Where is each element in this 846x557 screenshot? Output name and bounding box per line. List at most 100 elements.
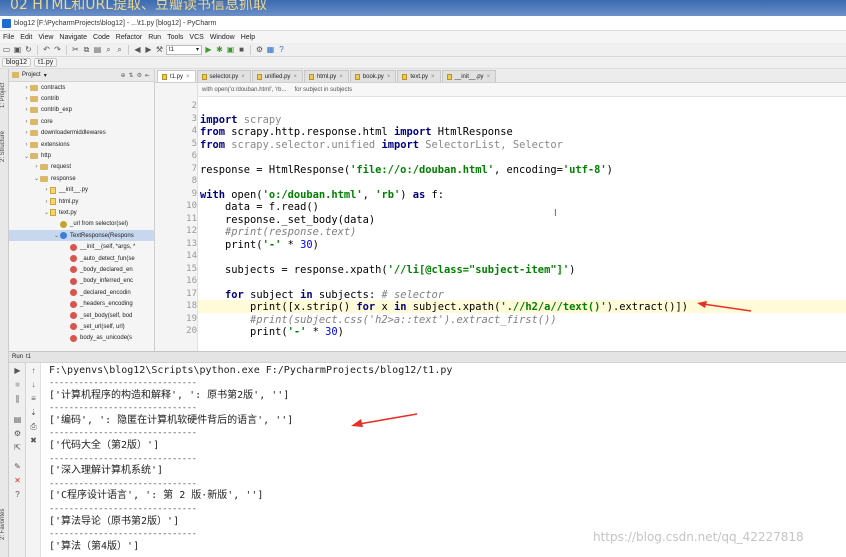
print-icon[interactable]: ⎙ (28, 422, 39, 432)
settings-icon[interactable]: ⚙ (255, 45, 264, 54)
coverage-icon[interactable]: ▣ (226, 45, 235, 54)
tree-item[interactable]: __init__(self, *args, * (9, 241, 154, 252)
rerun-icon[interactable]: ▶ (12, 366, 23, 376)
run-config-label[interactable]: t1 (26, 354, 31, 360)
tree-item[interactable]: ⌄ response (9, 173, 154, 184)
editor-tab[interactable]: text.py × (397, 70, 441, 82)
editor-tab[interactable]: selector.py × (196, 70, 251, 82)
chevron-right-icon[interactable]: › (23, 119, 30, 125)
restore-layout-icon[interactable]: ⇱ (12, 443, 23, 453)
close-icon[interactable]: × (431, 74, 435, 80)
chevron-down-icon[interactable]: ⌄ (43, 209, 50, 216)
project-panel-title[interactable]: Project (22, 72, 41, 78)
menu-vcs[interactable]: VCS (186, 34, 206, 41)
close-icon[interactable]: × (387, 74, 391, 80)
collapse-icon[interactable]: ⇅ (129, 72, 134, 79)
soft-wrap-icon[interactable]: ≡ (28, 394, 39, 404)
target-icon[interactable]: ⊕ (121, 72, 126, 79)
run-config-select[interactable]: t1 ▾ (166, 44, 202, 55)
sync-icon[interactable]: ↻ (24, 45, 33, 54)
settings-icon[interactable]: ⚙ (12, 429, 23, 439)
menu-edit[interactable]: Edit (17, 34, 35, 41)
help-icon[interactable]: ? (12, 490, 23, 500)
forward-icon[interactable]: ▶ (144, 45, 153, 54)
help-icon[interactable]: ? (277, 45, 286, 54)
tree-item[interactable]: _body_declared_en (9, 264, 154, 275)
sdk-icon[interactable]: ▦ (266, 45, 275, 54)
nav-file[interactable]: t1.py (34, 58, 58, 67)
tree-item[interactable]: _headers_encoding (9, 298, 154, 309)
close-icon[interactable]: × (339, 74, 343, 80)
tree-item[interactable]: ⌄ text.py (9, 207, 154, 218)
tree-item[interactable]: _declared_encodin (9, 287, 154, 298)
menu-view[interactable]: View (35, 34, 56, 41)
editor-tab[interactable]: html.py × (303, 70, 349, 82)
close-icon[interactable]: × (241, 74, 245, 80)
build-icon[interactable]: ⚒ (155, 45, 164, 54)
tree-item[interactable]: ⌄ http (9, 150, 154, 161)
run-console[interactable]: F:\pyenvs\blog12\Scripts\python.exe F:/P… (41, 363, 846, 557)
chevron-right-icon[interactable]: › (23, 107, 30, 113)
gear-icon[interactable]: ⚙ (137, 72, 142, 79)
undo-icon[interactable]: ↶ (42, 45, 51, 54)
menu-window[interactable]: Window (207, 34, 238, 41)
menu-refactor[interactable]: Refactor (113, 34, 145, 41)
editor-tab[interactable]: unified.py × (251, 70, 303, 82)
close-icon[interactable]: × (293, 74, 297, 80)
code-editor[interactable]: import scrapy from scrapy.http.response.h… (198, 97, 846, 351)
close-icon[interactable]: ✕ (12, 476, 23, 486)
up-icon[interactable]: ↑ (28, 366, 39, 376)
editor-tab[interactable]: __init__.py × (441, 70, 497, 82)
save-all-icon[interactable]: ▣ (13, 45, 22, 54)
debug-icon[interactable]: ✱ (215, 45, 224, 54)
menu-file[interactable]: File (0, 34, 17, 41)
tree-item[interactable]: › html.py (9, 196, 154, 207)
chevron-right-icon[interactable]: › (33, 164, 40, 170)
open-folder-icon[interactable]: ▭ (2, 45, 11, 54)
cut-icon[interactable]: ✂ (71, 45, 80, 54)
chevron-right-icon[interactable]: › (43, 187, 50, 193)
project-tool-tab[interactable]: 1: Project (0, 75, 9, 115)
editor-tab[interactable]: t1.py × (157, 70, 196, 82)
copy-icon[interactable]: ⧉ (82, 45, 91, 54)
nav-project[interactable]: blog12 (2, 58, 32, 67)
chevron-down-icon[interactable]: ▾ (44, 72, 47, 79)
chevron-down-icon[interactable]: ⌄ (23, 153, 30, 160)
close-icon[interactable]: × (186, 74, 190, 80)
menu-run[interactable]: Run (145, 34, 164, 41)
chevron-right-icon[interactable]: › (23, 142, 30, 148)
tree-item[interactable]: › extensions (9, 139, 154, 150)
favorites-tool-tab[interactable]: 2: Favorites (0, 499, 9, 549)
tree-item[interactable]: ⌄ TextResponse(Respons (9, 230, 154, 242)
scroll-to-end-icon[interactable]: ⇣ (28, 408, 39, 418)
menu-navigate[interactable]: Navigate (56, 34, 90, 41)
tree-item[interactable]: › downloadermiddlewares (9, 128, 154, 139)
tree-item[interactable]: › contracts (9, 82, 154, 93)
tree-item[interactable]: _body_inferred_enc (9, 276, 154, 287)
editor-breadcrumb-item[interactable]: with open('o:/douban.html', 'rb... (202, 87, 286, 93)
run-icon[interactable]: ▶ (204, 45, 213, 54)
tree-item[interactable]: _url from selector(sel) (9, 219, 154, 230)
hide-icon[interactable]: ⇤ (145, 72, 150, 79)
chevron-right-icon[interactable]: › (23, 85, 30, 91)
paste-icon[interactable]: ▤ (93, 45, 102, 54)
tree-item[interactable]: body_as_unicode(s (9, 333, 154, 344)
tree-item[interactable]: › __init__.py (9, 185, 154, 196)
stop-icon[interactable]: ■ (12, 380, 23, 390)
tree-item[interactable]: › core (9, 116, 154, 127)
down-icon[interactable]: ↓ (28, 380, 39, 390)
menu-tools[interactable]: Tools (164, 34, 186, 41)
dump-threads-icon[interactable]: ▤ (12, 415, 23, 425)
back-icon[interactable]: ◀ (133, 45, 142, 54)
close-icon[interactable]: × (487, 74, 491, 80)
pause-icon[interactable]: ∥ (12, 394, 23, 404)
editor-tab[interactable]: book.py × (349, 70, 397, 82)
tree-item[interactable]: › request (9, 162, 154, 173)
menu-help[interactable]: Help (238, 34, 258, 41)
tree-item[interactable]: › contrib (9, 93, 154, 104)
tree-item[interactable]: › contrib_exp (9, 105, 154, 116)
pin-icon[interactable]: ✎ (12, 462, 23, 472)
find-icon[interactable]: ⌕ (104, 45, 113, 54)
chevron-right-icon[interactable]: › (23, 96, 30, 102)
stop-icon[interactable]: ■ (237, 45, 246, 54)
